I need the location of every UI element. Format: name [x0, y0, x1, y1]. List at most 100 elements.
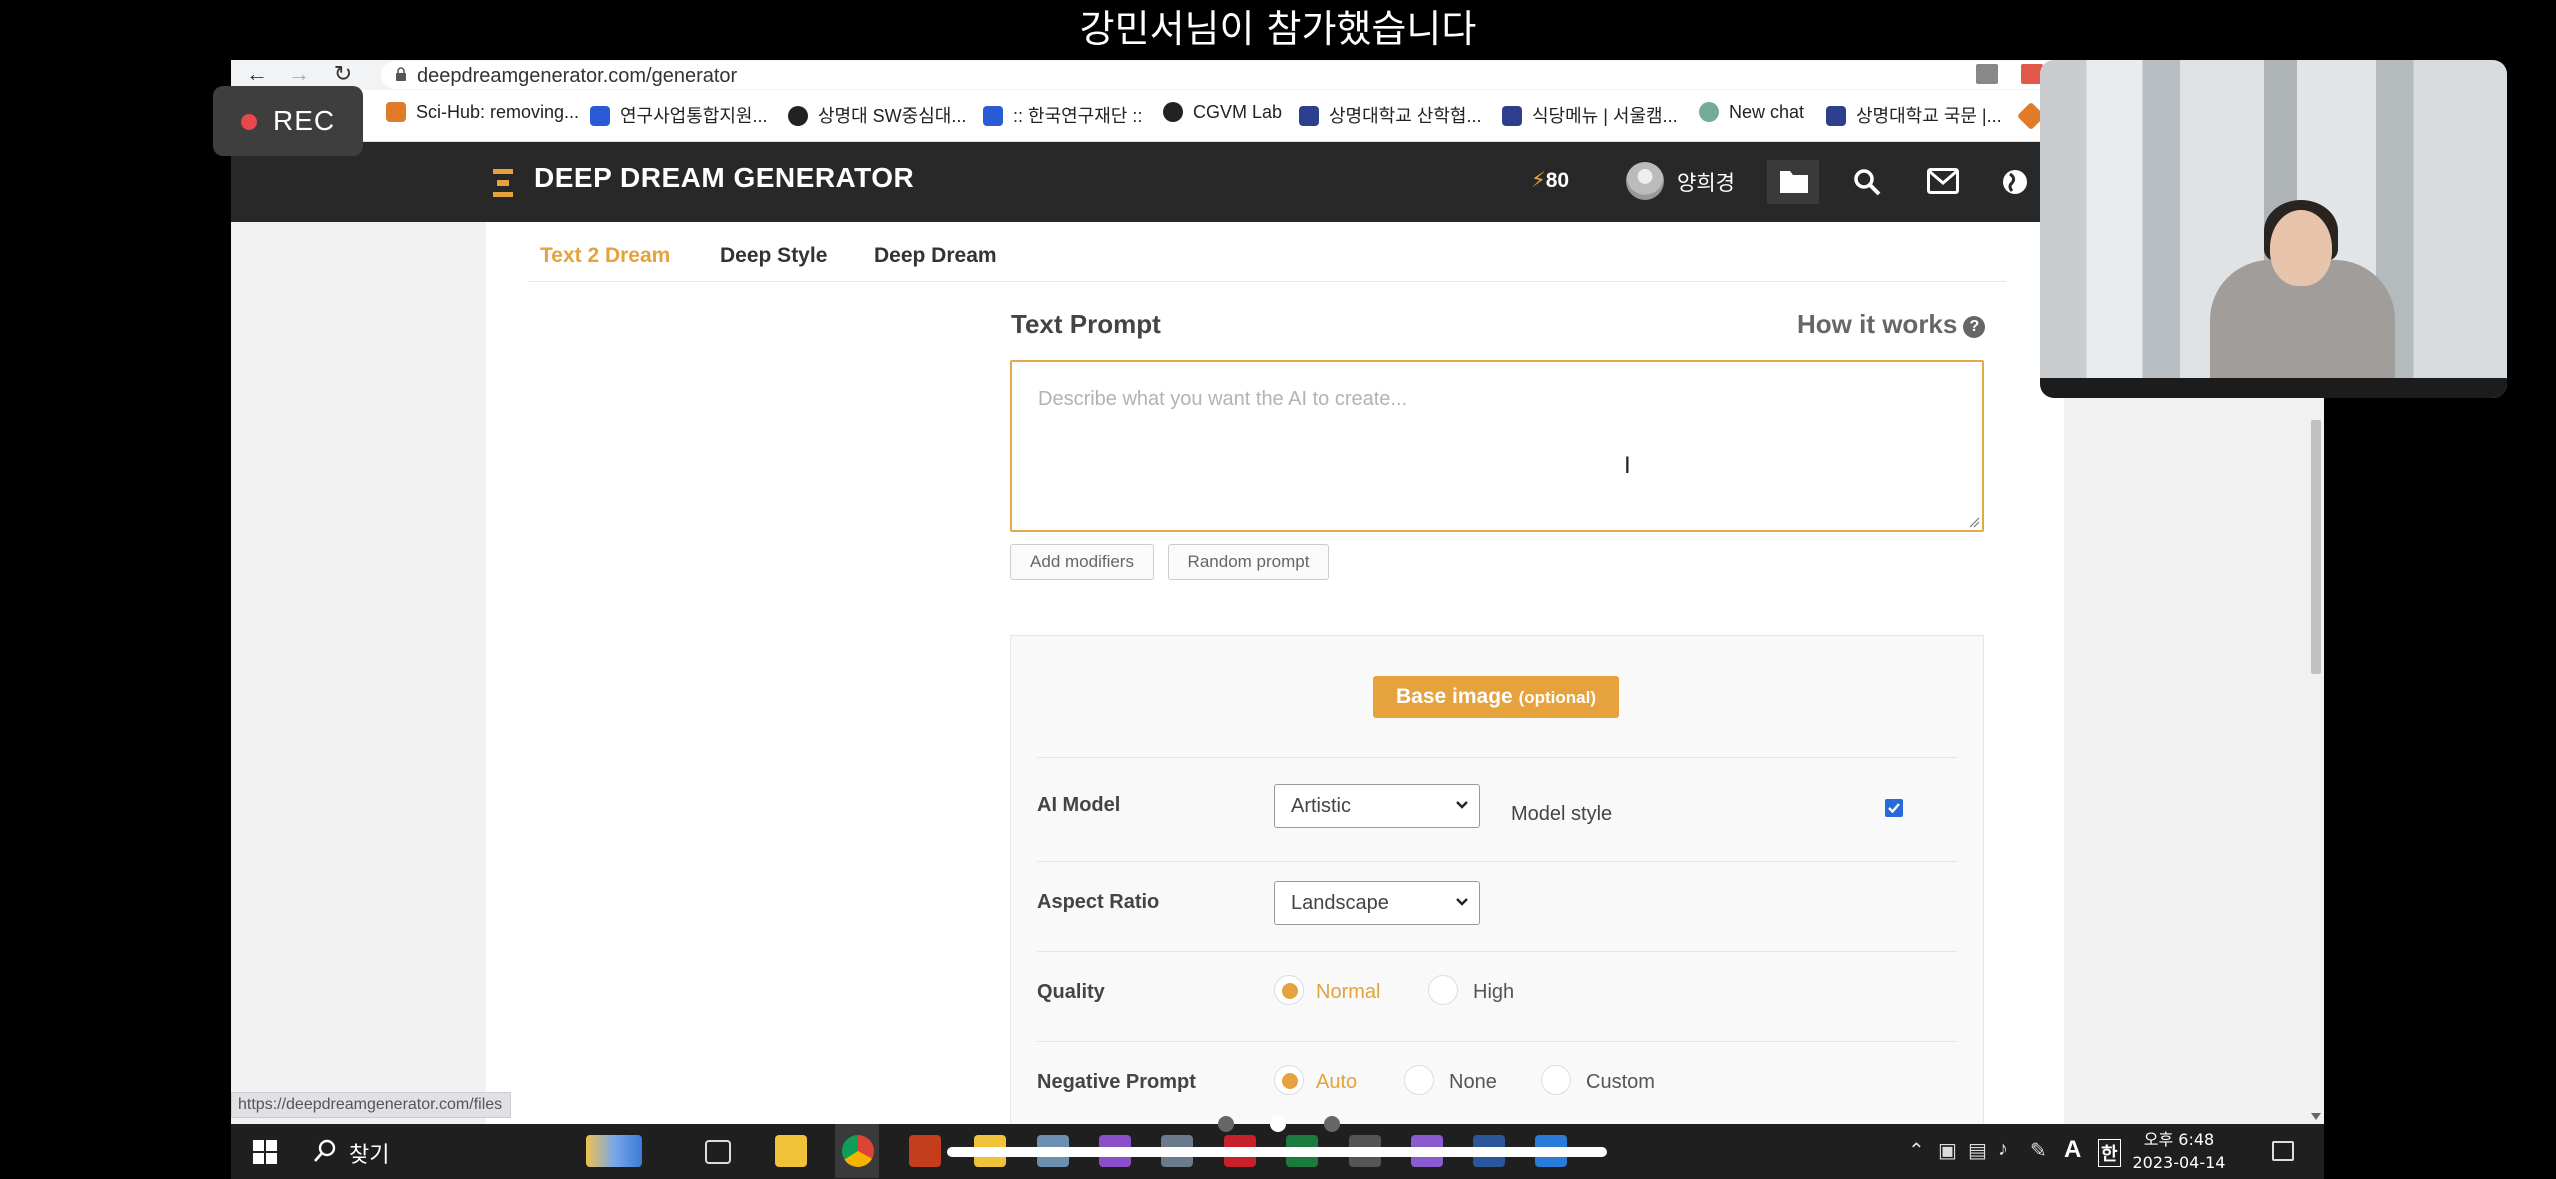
search-icon [1854, 169, 1881, 196]
energy-credits[interactable]: ⚡80 [1531, 168, 1569, 193]
scroll-down-icon[interactable] [2311, 1113, 2321, 1120]
username[interactable]: 양희경 [1677, 167, 1735, 197]
language-button[interactable] [1989, 160, 2029, 204]
site-header: DEEP DREAM GENERATOR ⚡80 양희경 [231, 142, 2324, 222]
network-icon[interactable]: ▤ [1968, 1138, 1987, 1163]
ime-korean-indicator[interactable]: 한 [2098, 1139, 2121, 1167]
search-button[interactable] [1841, 160, 1893, 204]
chrome-icon [842, 1135, 874, 1167]
bookmark-favicon-icon [983, 106, 1003, 126]
aspect-ratio-select[interactable]: Landscape [1274, 881, 1480, 925]
settings-panel: Base image (optional) AI Model Artistic … [1010, 635, 1984, 1124]
github-icon [1163, 102, 1183, 122]
scrollbar-thumb[interactable] [2311, 420, 2321, 674]
base-image-button[interactable]: Base image (optional) [1373, 676, 1619, 718]
messages-button[interactable] [1915, 160, 1967, 204]
ai-model-select[interactable]: Artistic [1274, 784, 1480, 828]
taskbar-clock[interactable]: 오후 6:48 2023-04-14 [2124, 1128, 2234, 1174]
negative-none-radio[interactable] [1404, 1065, 1434, 1095]
bookmark-favicon-icon [1826, 106, 1846, 126]
lightning-icon: ⚡ [1531, 169, 1546, 192]
site-logo[interactable]: DEEP DREAM GENERATOR [534, 162, 914, 194]
recording-indicator: REC [213, 86, 363, 156]
quality-high-label[interactable]: High [1473, 981, 1514, 1004]
bookmark-item[interactable]: 상명대학교 국문 |... [1826, 102, 2002, 128]
shared-screen: ← → ↻ deepdreamgenerator.com/generator ↗… [231, 60, 2324, 1124]
quality-normal-radio[interactable] [1274, 975, 1304, 1005]
extension-icon[interactable] [1976, 64, 1998, 84]
volume-icon[interactable]: ♪ [1998, 1138, 2008, 1161]
chevron-down-icon [1456, 898, 1468, 906]
text-prompt-title: Text Prompt [1011, 309, 1161, 339]
add-modifiers-button[interactable]: Add modifiers [1010, 544, 1154, 580]
ai-model-label: AI Model [1037, 794, 1121, 816]
link-status-bar: https://deepdreamgenerator.com/files [231, 1092, 512, 1118]
participant-video[interactable] [2040, 60, 2507, 398]
page-scrollbar[interactable] [2307, 400, 2324, 1124]
quality-high-radio[interactable] [1428, 975, 1458, 1005]
chatgpt-icon [1699, 102, 1719, 122]
avatar[interactable] [1626, 162, 1664, 200]
powerpoint-icon[interactable] [909, 1135, 941, 1167]
negative-custom-radio[interactable] [1541, 1065, 1571, 1095]
negative-auto-radio[interactable] [1274, 1065, 1304, 1095]
windows-start-icon[interactable] [253, 1140, 277, 1164]
negative-custom-label[interactable]: Custom [1586, 1071, 1655, 1094]
aspect-ratio-label: Aspect Ratio [1037, 891, 1160, 913]
ime-mode-indicator[interactable]: A [2064, 1136, 2081, 1164]
bookmark-favicon-icon [788, 106, 808, 126]
random-prompt-button[interactable]: Random prompt [1168, 544, 1329, 580]
negative-none-label[interactable]: None [1449, 1071, 1497, 1094]
file-explorer-icon[interactable] [775, 1135, 807, 1167]
bookmark-item[interactable]: Sci-Hub: removing... [386, 102, 579, 123]
divider [1037, 861, 1957, 862]
tab-text-2-dream[interactable]: Text 2 Dream [540, 244, 670, 268]
bookmark-favicon-icon [1502, 106, 1522, 126]
search-highlights-icon[interactable] [586, 1135, 642, 1167]
tab-deep-dream[interactable]: Deep Dream [874, 244, 997, 268]
text-prompt-input[interactable]: Describe what you want the AI to create.… [1010, 360, 1984, 532]
model-style-label: Model style [1511, 803, 1613, 825]
record-dot-icon [241, 114, 257, 130]
task-view-icon[interactable] [705, 1140, 731, 1164]
files-button[interactable] [1767, 160, 1819, 204]
bookmark-item[interactable]: New chat [1699, 102, 1804, 123]
bookmark-item[interactable]: 상명대학교 산학협... [1299, 102, 1481, 128]
logo-icon [493, 169, 513, 197]
folder-icon [1780, 171, 1808, 193]
checkmark-icon [1888, 803, 1900, 814]
url-text: deepdreamgenerator.com/generator [417, 65, 738, 87]
lock-icon [396, 67, 406, 81]
bookmark-item[interactable]: :: 한국연구재단 :: [983, 102, 1142, 128]
url-field[interactable]: deepdreamgenerator.com/generator ↗ ☆ [381, 61, 2191, 89]
bookmark-item[interactable]: 연구사업통합지원... [590, 102, 767, 128]
negative-auto-label[interactable]: Auto [1316, 1071, 1357, 1094]
bookmark-item[interactable]: 상명대 SW중심대... [788, 102, 966, 128]
bookmark-favicon-icon [1299, 106, 1319, 126]
video-desk [2040, 378, 2507, 398]
pen-icon[interactable]: ✎ [2030, 1138, 2047, 1163]
divider [1037, 951, 1957, 952]
screen-share-window: 강민서님이 참가했습니다 ← → ↻ deepdreamgenerator.co… [0, 0, 2556, 1179]
bookmarks-bar: Sci-Hub: removing... 연구사업통합지원... 상명대 SW중… [231, 90, 2324, 142]
bookmark-item[interactable]: CGVM Lab [1163, 102, 1282, 123]
quality-normal-label[interactable]: Normal [1316, 981, 1380, 1004]
model-style-checkbox[interactable] [1885, 799, 1903, 817]
meeting-icon[interactable]: ▣ [1938, 1138, 1957, 1163]
mode-tabs: Text 2 Dream Deep Style Deep Dream [528, 222, 2006, 282]
browser-address-bar: ← → ↻ deepdreamgenerator.com/generator ↗… [231, 60, 2324, 90]
bookmark-item[interactable]: 식당메뉴 | 서울캠... [1502, 102, 1678, 128]
video-person-face [2270, 210, 2332, 286]
how-it-works-link[interactable]: How it works? [1797, 309, 1986, 340]
chevron-up-icon[interactable]: ⌃ [1908, 1138, 1925, 1163]
search-icon[interactable] [313, 1138, 337, 1164]
resize-handle-icon[interactable] [1968, 516, 1980, 528]
overlay-progress-bar [947, 1147, 1607, 1157]
notification-icon[interactable] [2272, 1141, 2294, 1161]
participant-join-banner: 강민서님이 참가했습니다 [0, 0, 2556, 60]
text-cursor-icon: I [1624, 452, 1631, 479]
tab-deep-style[interactable]: Deep Style [720, 244, 827, 268]
generator-page: Text 2 Dream Deep Style Deep Dream Text … [486, 222, 2064, 1124]
chevron-down-icon [1456, 801, 1468, 809]
taskbar-search-label[interactable]: 찾기 [349, 1137, 389, 1169]
